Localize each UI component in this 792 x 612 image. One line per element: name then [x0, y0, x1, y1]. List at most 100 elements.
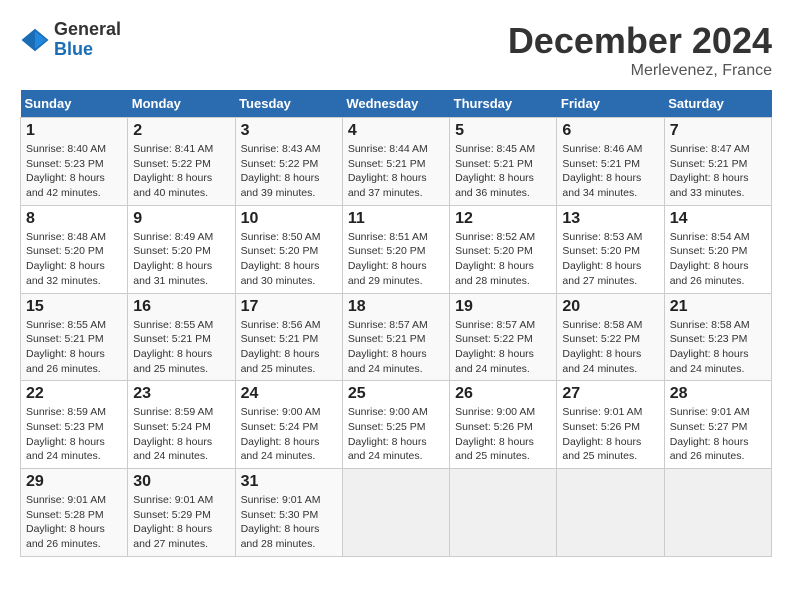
day-number: 10	[241, 210, 337, 228]
day-number: 18	[348, 298, 444, 316]
day-number: 1	[26, 122, 122, 140]
day-number: 7	[670, 122, 766, 140]
cell-info: Sunrise: 8:41 AMSunset: 5:22 PMDaylight:…	[133, 143, 213, 199]
cell-info: Sunrise: 8:53 AMSunset: 5:20 PMDaylight:…	[562, 231, 642, 287]
cell-info: Sunrise: 8:58 AMSunset: 5:22 PMDaylight:…	[562, 319, 642, 375]
day-number: 26	[455, 385, 551, 403]
header: General Blue December 2024 Merlevenez, F…	[20, 20, 772, 80]
calendar-cell: 10 Sunrise: 8:50 AMSunset: 5:20 PMDayligh…	[235, 205, 342, 293]
cell-info: Sunrise: 8:52 AMSunset: 5:20 PMDaylight:…	[455, 231, 535, 287]
day-number: 12	[455, 210, 551, 228]
cell-info: Sunrise: 9:00 AMSunset: 5:24 PMDaylight:…	[241, 406, 321, 462]
weekday-header: Saturday	[664, 90, 771, 118]
calendar-cell: 19 Sunrise: 8:57 AMSunset: 5:22 PMDayligh…	[450, 293, 557, 381]
day-number: 19	[455, 298, 551, 316]
cell-info: Sunrise: 8:45 AMSunset: 5:21 PMDaylight:…	[455, 143, 535, 199]
cell-info: Sunrise: 8:47 AMSunset: 5:21 PMDaylight:…	[670, 143, 750, 199]
day-number: 11	[348, 210, 444, 228]
day-number: 27	[562, 385, 658, 403]
day-number: 2	[133, 122, 229, 140]
calendar-cell: 6 Sunrise: 8:46 AMSunset: 5:21 PMDaylight…	[557, 118, 664, 206]
day-number: 17	[241, 298, 337, 316]
day-number: 6	[562, 122, 658, 140]
day-number: 30	[133, 473, 229, 491]
calendar-week-row: 22 Sunrise: 8:59 AMSunset: 5:23 PMDayligh…	[21, 381, 772, 469]
calendar-cell: 24Sunrise: 9:00 AMSunset: 5:24 PMDayligh…	[235, 381, 342, 469]
day-number: 28	[670, 385, 766, 403]
cell-info: Sunrise: 8:48 AMSunset: 5:20 PMDaylight:…	[26, 231, 106, 287]
logo: General Blue	[20, 20, 121, 60]
cell-info: Sunrise: 9:00 AMSunset: 5:25 PMDaylight:…	[348, 406, 428, 462]
cell-info: Sunrise: 8:57 AMSunset: 5:22 PMDaylight:…	[455, 319, 535, 375]
cell-info: Sunrise: 8:44 AMSunset: 5:21 PMDaylight:…	[348, 143, 428, 199]
calendar-cell: 22 Sunrise: 8:59 AMSunset: 5:23 PMDayligh…	[21, 381, 128, 469]
month-title: December 2024	[508, 20, 772, 62]
calendar-cell: 25 Sunrise: 9:00 AMSunset: 5:25 PMDayligh…	[342, 381, 449, 469]
weekday-header: Wednesday	[342, 90, 449, 118]
day-number: 8	[26, 210, 122, 228]
calendar-cell: 27 Sunrise: 9:01 AMSunset: 5:26 PMDayligh…	[557, 381, 664, 469]
calendar-cell: 3Sunrise: 8:43 AMSunset: 5:22 PMDaylight…	[235, 118, 342, 206]
calendar-cell	[450, 469, 557, 557]
calendar-cell: 21 Sunrise: 8:58 AMSunset: 5:23 PMDayligh…	[664, 293, 771, 381]
calendar-cell: 13 Sunrise: 8:53 AMSunset: 5:20 PMDayligh…	[557, 205, 664, 293]
cell-info: Sunrise: 9:01 AMSunset: 5:28 PMDaylight:…	[26, 494, 106, 550]
calendar-week-row: 1 Sunrise: 8:40 AMSunset: 5:23 PMDaylight…	[21, 118, 772, 206]
day-number: 21	[670, 298, 766, 316]
day-number: 20	[562, 298, 658, 316]
day-number: 5	[455, 122, 551, 140]
location: Merlevenez, France	[508, 62, 772, 80]
cell-info: Sunrise: 8:51 AMSunset: 5:20 PMDaylight:…	[348, 231, 428, 287]
logo-icon	[20, 25, 50, 55]
calendar-cell: 5 Sunrise: 8:45 AMSunset: 5:21 PMDaylight…	[450, 118, 557, 206]
day-number: 29	[26, 473, 122, 491]
calendar-cell: 29 Sunrise: 9:01 AMSunset: 5:28 PMDayligh…	[21, 469, 128, 557]
calendar-cell: 11 Sunrise: 8:51 AMSunset: 5:20 PMDayligh…	[342, 205, 449, 293]
cell-info: Sunrise: 8:59 AMSunset: 5:24 PMDaylight:…	[133, 406, 213, 462]
calendar-cell: 17Sunrise: 8:56 AMSunset: 5:21 PMDayligh…	[235, 293, 342, 381]
cell-info: Sunrise: 8:59 AMSunset: 5:23 PMDaylight:…	[26, 406, 106, 462]
calendar-cell: 28 Sunrise: 9:01 AMSunset: 5:27 PMDayligh…	[664, 381, 771, 469]
cell-info: Sunrise: 8:50 AMSunset: 5:20 PMDaylight:…	[241, 231, 321, 287]
day-number: 23	[133, 385, 229, 403]
cell-info: Sunrise: 9:00 AMSunset: 5:26 PMDaylight:…	[455, 406, 535, 462]
cell-info: Sunrise: 8:49 AMSunset: 5:20 PMDaylight:…	[133, 231, 213, 287]
calendar-cell: 1 Sunrise: 8:40 AMSunset: 5:23 PMDaylight…	[21, 118, 128, 206]
day-number: 13	[562, 210, 658, 228]
day-number: 4	[348, 122, 444, 140]
cell-info: Sunrise: 9:01 AMSunset: 5:29 PMDaylight:…	[133, 494, 213, 550]
calendar-cell: 7 Sunrise: 8:47 AMSunset: 5:21 PMDaylight…	[664, 118, 771, 206]
cell-info: Sunrise: 8:46 AMSunset: 5:21 PMDaylight:…	[562, 143, 642, 199]
calendar-cell: 9 Sunrise: 8:49 AMSunset: 5:20 PMDaylight…	[128, 205, 235, 293]
day-number: 15	[26, 298, 122, 316]
cell-info: Sunrise: 8:55 AMSunset: 5:21 PMDaylight:…	[133, 319, 213, 375]
calendar-cell: 20 Sunrise: 8:58 AMSunset: 5:22 PMDayligh…	[557, 293, 664, 381]
day-number: 31	[241, 473, 337, 491]
calendar-cell: 8 Sunrise: 8:48 AMSunset: 5:20 PMDaylight…	[21, 205, 128, 293]
calendar-cell: 12 Sunrise: 8:52 AMSunset: 5:20 PMDayligh…	[450, 205, 557, 293]
day-number: 3	[241, 122, 337, 140]
calendar-cell: 15Sunrise: 8:55 AMSunset: 5:21 PMDayligh…	[21, 293, 128, 381]
day-number: 9	[133, 210, 229, 228]
day-number: 25	[348, 385, 444, 403]
calendar-cell	[664, 469, 771, 557]
calendar-week-row: 29 Sunrise: 9:01 AMSunset: 5:28 PMDayligh…	[21, 469, 772, 557]
day-number: 22	[26, 385, 122, 403]
cell-info: Sunrise: 9:01 AMSunset: 5:27 PMDaylight:…	[670, 406, 750, 462]
weekday-header: Sunday	[21, 90, 128, 118]
cell-info: Sunrise: 8:57 AMSunset: 5:21 PMDaylight:…	[348, 319, 428, 375]
weekday-header: Friday	[557, 90, 664, 118]
cell-info: Sunrise: 8:58 AMSunset: 5:23 PMDaylight:…	[670, 319, 750, 375]
calendar-cell	[557, 469, 664, 557]
cell-info: Sunrise: 8:40 AMSunset: 5:23 PMDaylight:…	[26, 143, 106, 199]
day-number: 14	[670, 210, 766, 228]
logo-general: General	[54, 20, 121, 40]
weekday-header: Tuesday	[235, 90, 342, 118]
calendar-cell: 14Sunrise: 8:54 AMSunset: 5:20 PMDayligh…	[664, 205, 771, 293]
weekday-header-row: SundayMondayTuesdayWednesdayThursdayFrid…	[21, 90, 772, 118]
day-number: 16	[133, 298, 229, 316]
cell-info: Sunrise: 9:01 AMSunset: 5:26 PMDaylight:…	[562, 406, 642, 462]
calendar-week-row: 8 Sunrise: 8:48 AMSunset: 5:20 PMDaylight…	[21, 205, 772, 293]
calendar-week-row: 15 Sunrise: 8:55 AMSunset: 5:21 PMDayligh…	[21, 293, 772, 381]
logo-blue: Blue	[54, 40, 121, 60]
